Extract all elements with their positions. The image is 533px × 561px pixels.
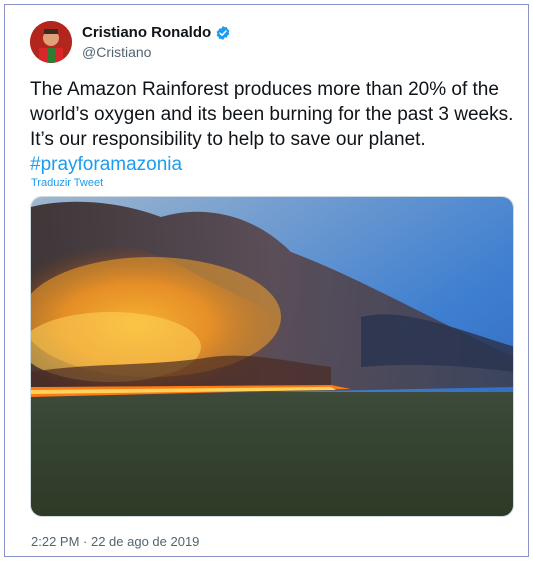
author-name-row[interactable]: Cristiano Ronaldo: [82, 24, 231, 41]
translate-tweet-link[interactable]: Traduzir Tweet: [31, 177, 103, 189]
avatar[interactable]: [30, 21, 72, 63]
verified-badge-icon: [215, 25, 231, 41]
author-handle[interactable]: @Cristiano: [82, 44, 151, 60]
tweet-timestamp[interactable]: 2:22 PM · 22 de ago de 2019: [31, 534, 199, 549]
tweet-text: The Amazon Rainforest produces more than…: [30, 77, 525, 177]
tweet-photo[interactable]: [30, 196, 514, 517]
author-name[interactable]: Cristiano Ronaldo: [82, 24, 211, 41]
tweet-card: Cristiano Ronaldo @Cristiano The Amazon …: [4, 4, 529, 557]
tweet-body: The Amazon Rainforest produces more than…: [30, 79, 514, 150]
hashtag-link[interactable]: #prayforamazonia: [30, 152, 525, 177]
